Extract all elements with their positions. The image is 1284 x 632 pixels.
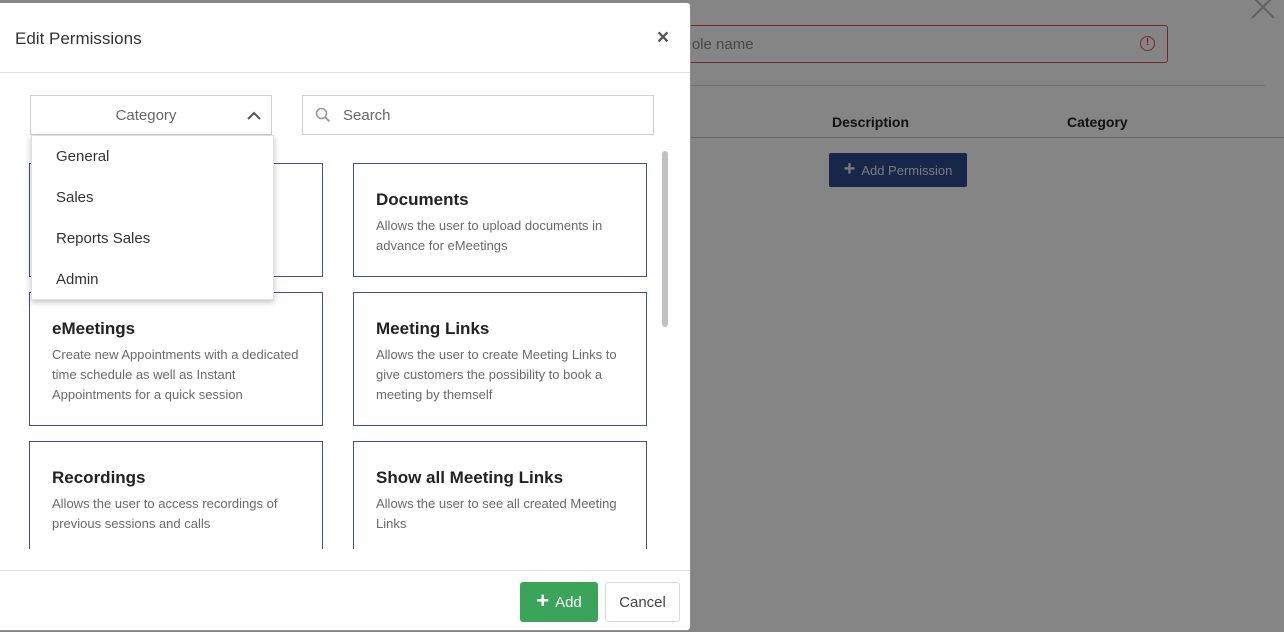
scrollbar-thumb[interactable] — [662, 151, 668, 327]
modal-header: Edit Permissions × — [0, 3, 690, 73]
category-select[interactable]: Category — [30, 95, 272, 135]
close-icon[interactable]: × — [654, 27, 672, 48]
cancel-button[interactable]: Cancel — [605, 582, 680, 622]
permission-card-recordings[interactable]: Recordings Allows the user to access rec… — [29, 441, 323, 549]
card-description: Allows the user to upload documents in a… — [376, 218, 603, 253]
search-input[interactable] — [343, 104, 643, 126]
plus-icon: + — [536, 588, 550, 613]
edit-permissions-modal: Edit Permissions × Category Documents Al… — [0, 2, 691, 631]
card-title: Documents — [376, 190, 469, 209]
category-select-label: Category — [115, 107, 177, 124]
card-title: Meeting Links — [376, 319, 490, 338]
permission-card-documents[interactable]: Documents Allows the user to upload docu… — [353, 163, 647, 277]
category-option-sales[interactable]: Sales — [56, 189, 94, 206]
category-option-general[interactable]: General — [56, 148, 109, 165]
add-button-label: Add — [555, 593, 582, 611]
card-description: Allows the user to create Meeting Links … — [376, 347, 617, 402]
permission-card-show-all-meeting-links[interactable]: Show all Meeting Links Allows the user t… — [353, 441, 647, 549]
card-title: Show all Meeting Links — [376, 468, 564, 487]
card-title: Recordings — [52, 468, 146, 487]
permission-card-emeetings[interactable]: eMeetings Create new Appointments with a… — [29, 292, 323, 426]
card-description: Allows the user to see all created Meeti… — [376, 496, 617, 531]
search-icon — [315, 107, 331, 128]
add-button[interactable]: + Add — [520, 582, 598, 622]
permission-card-meeting-links[interactable]: Meeting Links Allows the user to create … — [353, 292, 647, 426]
modal-footer-divider — [0, 570, 690, 571]
category-option-admin[interactable]: Admin — [56, 271, 99, 288]
card-title: eMeetings — [52, 319, 136, 338]
category-option-reports-sales[interactable]: Reports Sales — [56, 230, 150, 247]
chevron-up-icon — [247, 108, 261, 126]
card-description: Allows the user to access recordings of … — [52, 496, 278, 531]
search-field[interactable] — [302, 95, 654, 135]
modal-title: Edit Permissions — [15, 29, 142, 48]
card-description: Create new Appointments with a dedicated… — [52, 347, 299, 402]
category-dropdown-menu: General Sales Reports Sales Admin — [31, 135, 274, 300]
